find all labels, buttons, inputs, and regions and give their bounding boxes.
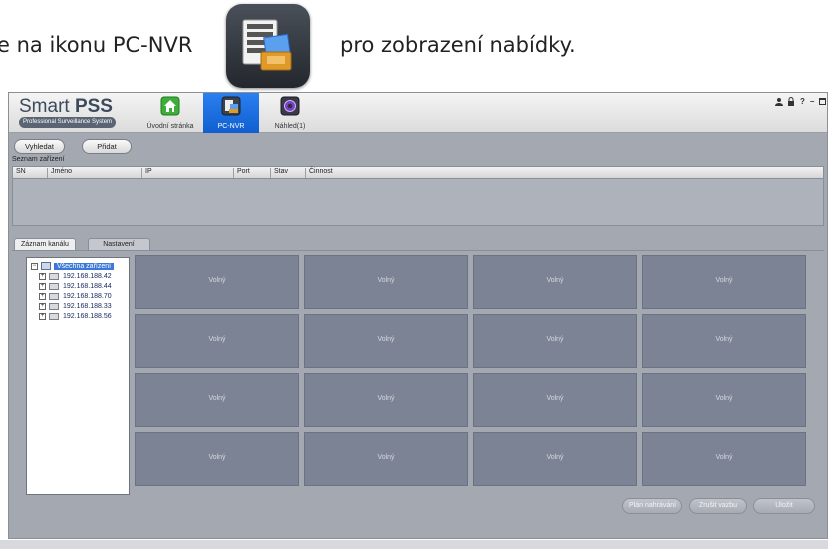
minimize-icon[interactable]: – <box>810 97 814 106</box>
channel-cell-label: Volný <box>377 336 395 343</box>
channel-cell[interactable]: Volný <box>304 373 468 427</box>
column-sn[interactable]: SN <box>13 168 26 178</box>
channel-cell-label: Volný <box>208 277 226 284</box>
channel-cell-label: Volný <box>546 395 564 402</box>
tree-root-label: Všechna zařízení <box>54 263 115 270</box>
camera-icon <box>280 96 300 116</box>
column-name[interactable]: Jméno <box>47 168 72 178</box>
recording-plan-button[interactable]: Plán nahrávání <box>622 498 682 514</box>
tab-home-label: Úvodní stránka <box>146 123 194 130</box>
channel-cell-label: Volný <box>715 336 733 343</box>
channel-cell-label: Volný <box>715 395 733 402</box>
channel-cell-label: Volný <box>377 395 395 402</box>
device-tree[interactable]: − Všechna zařízení +192.168.188.42 +192.1… <box>26 257 130 495</box>
channel-cell-label: Volný <box>377 454 395 461</box>
unbind-button[interactable]: Zrušit vazbu <box>689 498 747 514</box>
logo-subtitle: Professional Surveillance System <box>19 117 117 128</box>
channel-cell-label: Volný <box>208 336 226 343</box>
pc-nvr-icon <box>221 96 241 116</box>
logo-title-bold: PSS <box>74 96 113 117</box>
channel-cell[interactable]: Volný <box>642 373 806 427</box>
device-icon <box>49 282 59 290</box>
channel-cell[interactable]: Volný <box>642 432 806 486</box>
add-button[interactable]: Přidat <box>82 139 132 154</box>
search-button[interactable]: Vyhledat <box>14 139 65 154</box>
channel-cell[interactable]: Volný <box>135 373 299 427</box>
instruction-text-before: e na ikonu PC-NVR <box>0 33 193 57</box>
device-icon <box>49 292 59 300</box>
tab-preview[interactable]: Náhled(1) <box>263 93 317 133</box>
channel-cell-label: Volný <box>377 277 395 284</box>
channel-cell[interactable]: Volný <box>135 432 299 486</box>
channel-cell-label: Volný <box>546 336 564 343</box>
maximize-icon[interactable] <box>819 98 826 105</box>
tree-device[interactable]: +192.168.188.44 <box>39 282 112 292</box>
channel-cell-label: Volný <box>715 454 733 461</box>
channel-cell-label: Volný <box>546 277 564 284</box>
tree-device[interactable]: +192.168.188.42 <box>39 272 112 282</box>
channel-cell[interactable]: Volný <box>304 314 468 368</box>
column-status[interactable]: Stav <box>270 168 288 178</box>
channel-cell-label: Volný <box>546 454 564 461</box>
collapse-icon[interactable]: − <box>31 262 38 270</box>
channel-cell-label: Volný <box>208 454 226 461</box>
tree-root[interactable]: − Všechna zařízení <box>31 262 115 272</box>
tree-device[interactable]: +192.168.188.33 <box>39 302 112 312</box>
channel-cell[interactable]: Volný <box>135 314 299 368</box>
tree-device-label: 192.168.188.33 <box>63 303 112 310</box>
tree-device-label: 192.168.188.42 <box>63 273 112 280</box>
title-bar: Smart PSS Professional Surveillance Syst… <box>9 93 827 133</box>
lock-icon[interactable] <box>787 97 795 106</box>
column-action[interactable]: Činnost <box>305 168 333 178</box>
tab-pc-nvr[interactable]: PC-NVR <box>203 93 259 133</box>
expand-icon[interactable]: + <box>39 292 46 300</box>
channel-cell-label: Volný <box>208 395 226 402</box>
device-icon <box>49 312 59 320</box>
channel-cell[interactable]: Volný <box>135 255 299 309</box>
channel-cell[interactable]: Volný <box>304 432 468 486</box>
tree-device[interactable]: +192.168.188.70 <box>39 292 112 302</box>
tree-device[interactable]: +192.168.188.56 <box>39 312 112 322</box>
column-port[interactable]: Port <box>233 168 250 178</box>
pc-nvr-large-icon <box>226 4 310 88</box>
device-icon <box>49 272 59 280</box>
device-icon <box>49 302 59 310</box>
user-icon[interactable] <box>775 97 783 106</box>
device-table[interactable]: SN Jméno IP Port Stav Činnost <box>12 166 824 226</box>
save-button[interactable]: Uložit <box>753 498 815 514</box>
bottom-strip <box>0 540 828 549</box>
channel-cell[interactable]: Volný <box>473 373 637 427</box>
channel-cell[interactable]: Volný <box>642 314 806 368</box>
tree-device-label: 192.168.188.70 <box>63 293 112 300</box>
channel-cell[interactable]: Volný <box>473 314 637 368</box>
device-group-icon <box>41 262 51 271</box>
device-list-title: Seznam zařízení <box>12 156 65 163</box>
instruction-text-after: pro zobrazení nabídky. <box>340 33 576 57</box>
expand-icon[interactable]: + <box>39 282 46 290</box>
tab-preview-label: Náhled(1) <box>274 123 306 130</box>
channel-cell-label: Volný <box>715 277 733 284</box>
tab-home[interactable]: Úvodní stránka <box>141 93 199 133</box>
channel-cell[interactable]: Volný <box>642 255 806 309</box>
channel-cell[interactable]: Volný <box>473 432 637 486</box>
tree-device-label: 192.168.188.44 <box>63 283 112 290</box>
expand-icon[interactable]: + <box>39 272 46 280</box>
app-logo: Smart PSS <box>19 96 113 118</box>
expand-icon[interactable]: + <box>39 302 46 310</box>
tab-pc-nvr-label: PC-NVR <box>217 123 245 130</box>
column-ip[interactable]: IP <box>141 168 152 178</box>
tab-channel-record[interactable]: Záznam kanálu <box>14 238 76 250</box>
tab-settings[interactable]: Nastavení <box>88 238 150 250</box>
device-table-header: SN Jméno IP Port Stav Činnost <box>13 167 823 179</box>
channel-cell[interactable]: Volný <box>473 255 637 309</box>
channel-cell[interactable]: Volný <box>304 255 468 309</box>
instruction-banner: e na ikonu PC-NVR pro zobrazení nabídky. <box>0 0 828 92</box>
smart-pss-window: Smart PSS Professional Surveillance Syst… <box>8 92 828 539</box>
tree-device-label: 192.168.188.56 <box>63 313 112 320</box>
help-icon[interactable]: ? <box>800 97 805 106</box>
record-panel: − Všechna zařízení +192.168.188.42 +192.1… <box>12 250 824 532</box>
expand-icon[interactable]: + <box>39 312 46 320</box>
logo-title-light: Smart <box>19 96 75 117</box>
home-icon <box>160 96 180 116</box>
